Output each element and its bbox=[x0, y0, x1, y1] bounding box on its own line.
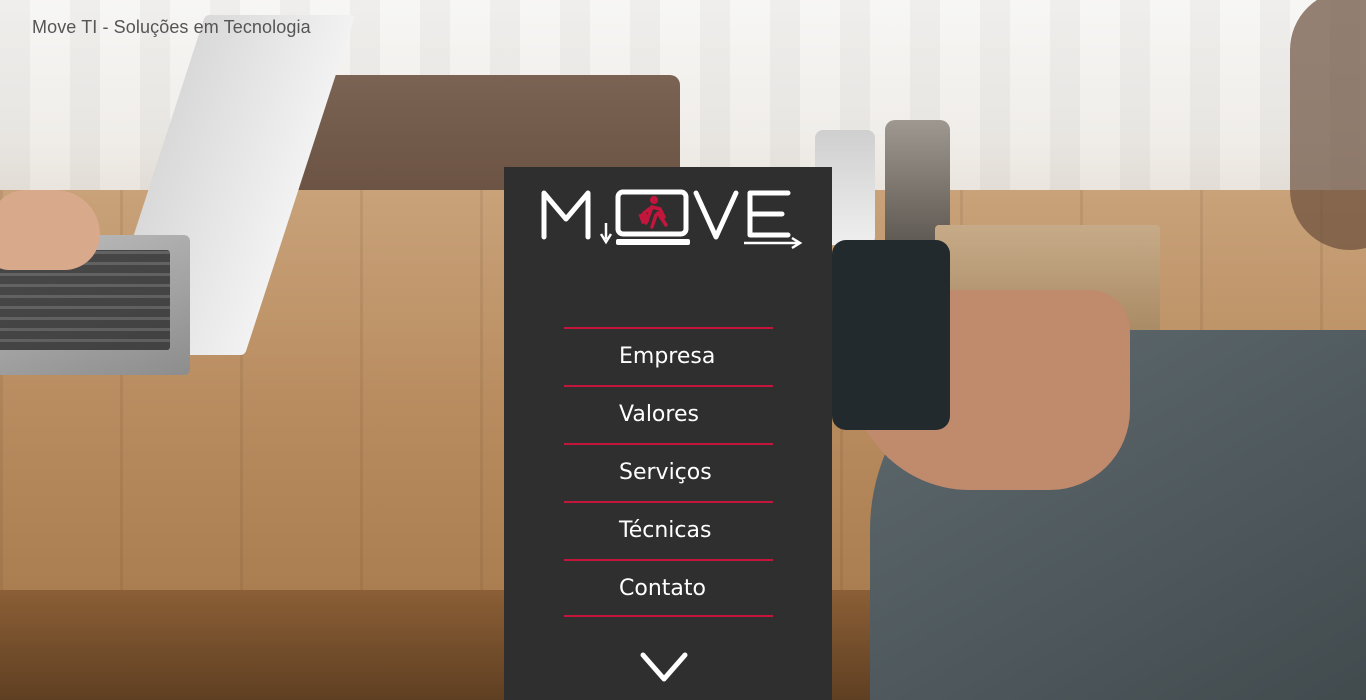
main-nav: Empresa Valores Serviços Técnicas Contat… bbox=[564, 327, 773, 617]
nav-item-valores[interactable]: Valores bbox=[564, 385, 773, 443]
nav-item-servicos[interactable]: Serviços bbox=[564, 443, 773, 501]
site-title: Move TI - Soluções em Tecnologia bbox=[32, 17, 311, 37]
nav-item-tecnicas[interactable]: Técnicas bbox=[564, 501, 773, 559]
move-logo[interactable] bbox=[540, 187, 804, 251]
chevron-down-icon[interactable] bbox=[639, 650, 689, 686]
nav-item-contato[interactable]: Contato bbox=[564, 559, 773, 617]
menu-panel: Empresa Valores Serviços Técnicas Contat… bbox=[504, 167, 832, 700]
nav-item-empresa[interactable]: Empresa bbox=[564, 327, 773, 385]
